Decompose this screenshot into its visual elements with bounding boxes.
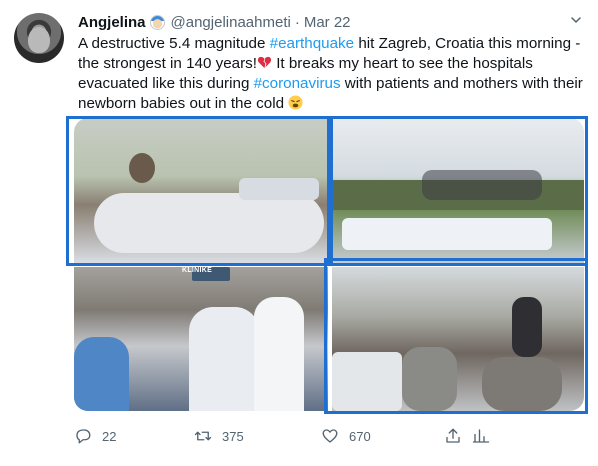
heart-icon (322, 429, 338, 443)
author-name[interactable]: Angjelina (78, 14, 146, 31)
weary-face-icon (288, 95, 303, 110)
like-button[interactable]: 670 (321, 424, 371, 448)
avatar[interactable] (14, 13, 64, 63)
author-handle[interactable]: @angjelinaahmeti (171, 14, 291, 31)
photo-detail (74, 337, 129, 411)
tweet-text: A destructive 5.4 magnitude #earthquake … (78, 34, 588, 114)
photo-sign-klinike: KLINIKE (182, 267, 213, 274)
highlight-box (66, 116, 330, 266)
hashtag-coronavirus[interactable]: #coronavirus (254, 75, 341, 92)
verified-emoji-icon (149, 14, 165, 30)
highlight-box (324, 258, 588, 414)
highlight-box (330, 116, 588, 266)
tweet[interactable]: Angjelina @angjelinaahmeti · Mar 22 A de… (0, 0, 598, 466)
analytics-button[interactable] (472, 424, 500, 448)
reply-count: 22 (102, 428, 117, 444)
tweet-text-part: A destructive 5.4 magnitude (78, 35, 270, 52)
tweet-actions: 22 375 670 (74, 424, 504, 448)
chevron-down-icon[interactable] (570, 14, 582, 26)
hashtag-earthquake[interactable]: #earthquake (270, 35, 354, 52)
like-count: 670 (349, 428, 371, 444)
hospital-evacuation-photo-3[interactable] (74, 267, 328, 411)
photo-detail (189, 307, 259, 411)
share-icon (446, 428, 460, 443)
broken-heart-icon (257, 56, 272, 69)
retweet-icon (194, 431, 212, 441)
tweet-date[interactable]: Mar 22 (304, 14, 351, 31)
share-button[interactable] (444, 424, 472, 448)
retweet-count: 375 (222, 428, 244, 444)
reply-button[interactable]: 22 (74, 424, 116, 448)
reply-icon (76, 429, 91, 444)
retweet-button[interactable]: 375 (194, 424, 244, 448)
separator-dot: · (294, 13, 300, 31)
tweet-header: Angjelina @angjelinaahmeti · Mar 22 (78, 12, 351, 32)
analytics-icon (472, 429, 490, 443)
photo-detail (254, 297, 304, 411)
